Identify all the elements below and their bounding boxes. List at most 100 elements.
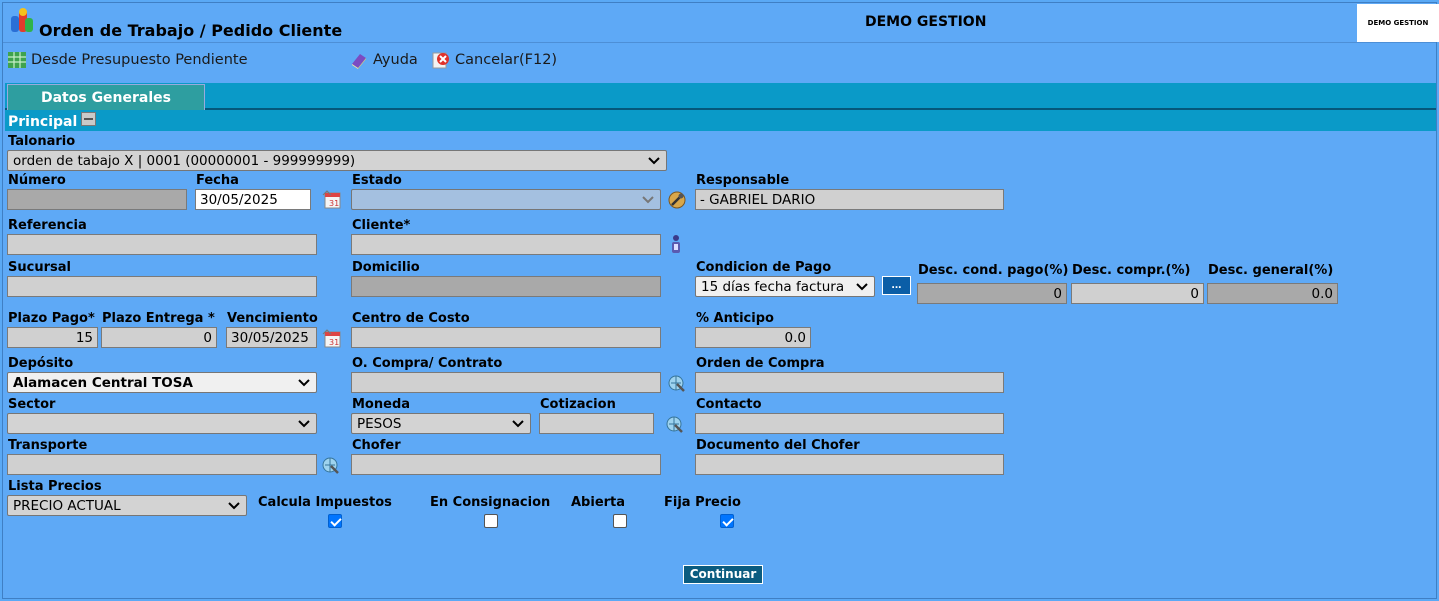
desc-cond-pago-label: Desc. cond. pago(%) — [918, 263, 1069, 278]
section-title: Principal — [8, 114, 78, 130]
chevron-down-icon — [642, 196, 654, 204]
o-compra-contrato-label: O. Compra/ Contrato — [352, 356, 503, 371]
en-consignacion-checkbox[interactable] — [484, 514, 498, 528]
chevron-down-icon — [298, 379, 310, 387]
calcula-impuestos-checkbox[interactable] — [328, 514, 342, 528]
moneda-select[interactable]: PESOS — [351, 413, 531, 434]
centro-costo-label: Centro de Costo — [352, 311, 470, 326]
anticipo-label: % Anticipo — [696, 311, 774, 326]
plazo-entrega-label: Plazo Entrega * — [102, 311, 215, 326]
chevron-down-icon — [512, 420, 524, 428]
domicilio-field[interactable] — [351, 276, 661, 297]
tab-datos-generales[interactable]: Datos Generales — [7, 84, 205, 110]
deposito-label: Depósito — [8, 356, 74, 371]
desc-general-label: Desc. general(%) — [1208, 263, 1334, 278]
anticipo-field[interactable]: 0.0 — [695, 327, 811, 348]
sector-label: Sector — [8, 397, 56, 412]
transporte-label: Transporte — [8, 438, 88, 453]
referencia-field[interactable] — [7, 234, 317, 255]
desc-compr-field[interactable]: 0 — [1071, 283, 1204, 304]
talonario-value: orden de tabajo X | 0001 (00000001 - 999… — [13, 153, 356, 169]
orden-compra-field[interactable] — [695, 372, 1004, 393]
cotizacion-field[interactable] — [539, 413, 654, 434]
help-book-icon — [352, 54, 366, 69]
abierta-checkbox[interactable] — [613, 514, 627, 528]
deposito-value: Alamacen Central TOSA — [13, 375, 193, 391]
fija-precio-label: Fija Precio — [664, 495, 741, 510]
cliente-field[interactable] — [351, 234, 661, 255]
app-logo-icon — [11, 8, 33, 32]
desc-cond-pago-field[interactable]: 0 — [917, 283, 1067, 304]
abierta-label: Abierta — [571, 495, 626, 510]
chevron-down-icon — [648, 157, 660, 165]
calendar-icon[interactable]: 31 — [321, 189, 343, 211]
cotizacion-label: Cotizacion — [540, 397, 616, 412]
search-globe-icon[interactable] — [663, 413, 685, 435]
lista-precios-select[interactable]: PRECIO ACTUAL — [7, 495, 247, 516]
deposito-select[interactable]: Alamacen Central TOSA — [7, 372, 317, 393]
lista-precios-value: PRECIO ACTUAL — [13, 498, 121, 514]
estado-select[interactable] — [351, 189, 661, 210]
ayuda-button[interactable]: Ayuda — [349, 50, 418, 70]
search-globe-icon[interactable] — [665, 372, 687, 394]
sector-select[interactable] — [7, 413, 317, 434]
sucursal-field[interactable] — [7, 276, 317, 297]
chofer-label: Chofer — [352, 438, 401, 453]
talonario-select[interactable]: orden de tabajo X | 0001 (00000001 - 999… — [7, 150, 667, 171]
cancelar-label: Cancelar(F12) — [455, 52, 558, 68]
estado-tools-icon[interactable] — [666, 189, 688, 211]
desc-compr-label: Desc. compr.(%) — [1072, 263, 1191, 278]
continuar-button[interactable]: Continuar — [683, 565, 763, 584]
condicion-pago-label: Condicion de Pago — [696, 260, 832, 275]
fija-precio-checkbox[interactable] — [720, 514, 734, 528]
moneda-label: Moneda — [352, 397, 411, 412]
desde-presupuesto-label: Desde Presupuesto Pendiente — [31, 52, 248, 68]
estado-label: Estado — [352, 173, 402, 188]
collapse-icon[interactable] — [81, 112, 96, 126]
en-consignacion-label: En Consignacion — [430, 495, 551, 510]
contacto-field[interactable] — [695, 413, 1004, 434]
company-logo: DEMO GESTION — [1357, 4, 1439, 42]
contacto-label: Contacto — [696, 397, 762, 412]
documento-chofer-label: Documento del Chofer — [696, 438, 860, 453]
company-name: DEMO GESTION — [865, 14, 987, 30]
tab-bar: Datos Generales — [5, 83, 1436, 110]
calendar-icon[interactable]: 31 — [321, 328, 343, 350]
condicion-pago-more-button[interactable]: ... — [882, 276, 911, 295]
desc-general-field[interactable]: 0.0 — [1207, 283, 1338, 304]
fecha-field[interactable]: 30/05/2025 — [195, 189, 311, 210]
responsable-label: Responsable — [696, 173, 790, 188]
lista-precios-label: Lista Precios — [8, 479, 102, 494]
calcula-impuestos-label: Calcula Impuestos — [258, 495, 392, 510]
chofer-field[interactable] — [351, 454, 661, 475]
numero-label: Número — [8, 173, 66, 188]
referencia-label: Referencia — [8, 218, 87, 233]
condicion-pago-value: 15 días fecha factura — [701, 279, 845, 295]
cliente-search-icon[interactable] — [665, 233, 687, 255]
plazo-entrega-field[interactable]: 0 — [101, 327, 217, 348]
desde-presupuesto-button[interactable]: Desde Presupuesto Pendiente — [7, 50, 248, 70]
page-title: Orden de Trabajo / Pedido Cliente — [39, 21, 343, 40]
domicilio-label: Domicilio — [352, 260, 420, 275]
fecha-label: Fecha — [196, 173, 239, 188]
cliente-label: Cliente* — [352, 218, 411, 233]
vencimiento-label: Vencimiento — [227, 311, 318, 326]
plazo-pago-field[interactable]: 15 — [7, 327, 98, 348]
transporte-field[interactable] — [7, 454, 317, 475]
condicion-pago-select[interactable]: 15 días fecha factura — [695, 276, 875, 297]
main-window: Orden de Trabajo / Pedido Cliente DEMO G… — [2, 2, 1439, 599]
section-principal-header: Principal — [5, 110, 1436, 131]
orden-compra-label: Orden de Compra — [696, 356, 825, 371]
documento-chofer-field[interactable] — [695, 454, 1004, 475]
cancelar-button[interactable]: Cancelar(F12) — [431, 50, 557, 70]
centro-costo-field[interactable] — [351, 327, 661, 348]
ayuda-label: Ayuda — [373, 52, 418, 68]
sucursal-label: Sucursal — [8, 260, 71, 275]
vencimiento-field[interactable]: 30/05/2025 — [226, 327, 317, 348]
numero-field[interactable] — [7, 189, 187, 210]
o-compra-contrato-field[interactable] — [351, 372, 661, 393]
search-globe-icon[interactable] — [319, 454, 341, 476]
plazo-pago-label: Plazo Pago* — [8, 311, 95, 326]
responsable-field[interactable]: - GABRIEL DARIO — [695, 189, 1004, 210]
svg-text:31: 31 — [329, 338, 339, 347]
